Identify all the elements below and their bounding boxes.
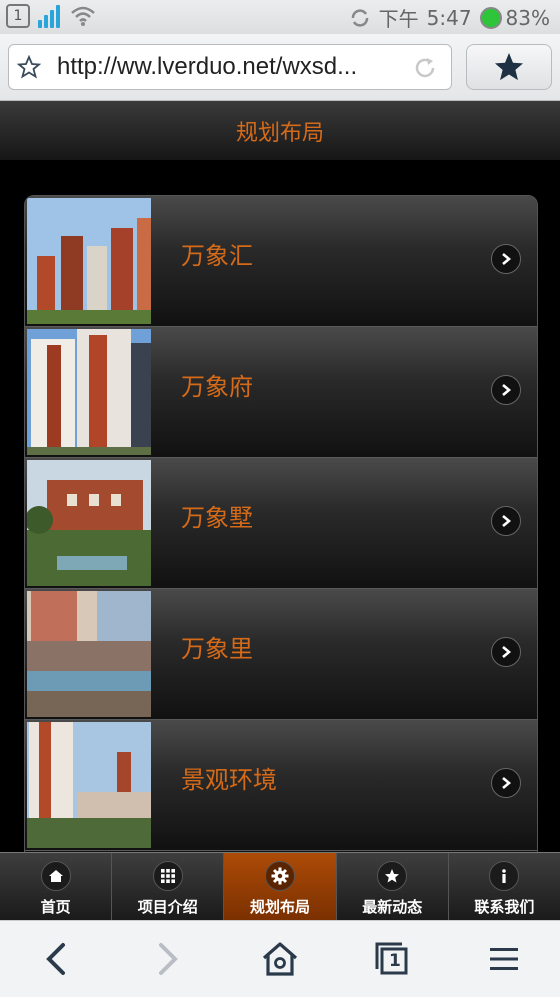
tab-project-intro[interactable]: 项目介绍 xyxy=(112,853,225,921)
list-item-jingguanhuanjing[interactable]: 景观环境 xyxy=(25,720,537,851)
building-thumbnail xyxy=(27,722,151,848)
chevron-right-icon[interactable] xyxy=(491,637,521,667)
forward-button[interactable] xyxy=(112,921,224,997)
tab-home[interactable]: 首页 xyxy=(0,853,113,921)
building-thumbnail xyxy=(27,591,151,717)
browser-nav-bar: 1 xyxy=(0,920,560,997)
building-thumbnail xyxy=(27,329,151,455)
sim-icon: 1 xyxy=(6,4,30,28)
item-label: 景观环境 xyxy=(181,766,277,794)
project-list: 万象汇 万象府 万象墅 万象里 景观环境 xyxy=(24,195,538,857)
url-field[interactable]: http://ww.lverduo.net/wxsd... xyxy=(8,44,452,90)
page-title: 规划布局 xyxy=(235,120,324,146)
tab-label: 规划布局 xyxy=(250,898,311,916)
building-thumbnail xyxy=(27,198,151,324)
forward-arrow-icon xyxy=(159,943,178,975)
browser-address-bar: http://ww.lverduo.net/wxsd... xyxy=(0,34,560,101)
tab-label: 联系我们 xyxy=(474,898,535,916)
tabs-button[interactable]: 1 xyxy=(336,921,448,997)
tab-contact-us[interactable]: 联系我们 xyxy=(449,853,560,921)
item-label: 万象里 xyxy=(181,635,253,663)
wifi-icon xyxy=(71,6,95,26)
house-icon xyxy=(262,942,298,976)
signal-icon xyxy=(38,4,62,28)
clock: 5:47 xyxy=(426,5,472,30)
item-label: 万象汇 xyxy=(181,242,253,270)
chevron-right-icon[interactable] xyxy=(491,375,521,405)
menu-icon xyxy=(490,948,518,970)
gear-icon xyxy=(265,861,295,891)
time-prefix: 下午 xyxy=(378,7,419,31)
reload-icon[interactable] xyxy=(413,56,437,80)
menu-button[interactable] xyxy=(448,921,560,997)
back-button[interactable] xyxy=(0,921,112,997)
grid-icon xyxy=(152,861,183,891)
page-header: 规划布局 xyxy=(0,101,560,161)
chevron-right-icon[interactable] xyxy=(491,506,521,536)
chevron-right-icon[interactable] xyxy=(491,244,521,274)
bookmarks-button[interactable] xyxy=(466,44,552,90)
bookmark-star-icon xyxy=(495,53,523,81)
list-item-wanxiangfu[interactable]: 万象府 xyxy=(25,327,537,458)
tab-label: 首页 xyxy=(40,898,71,916)
tab-count: 1 xyxy=(389,951,401,971)
battery-level: 83% xyxy=(505,5,550,30)
bottom-tab-bar: 首页 项目介绍 规划布局 最新动态 联系我们 xyxy=(0,852,560,921)
sim-slot: 1 xyxy=(13,8,23,24)
item-label: 万象墅 xyxy=(181,504,253,532)
status-bar: 1 下午 5:47 83% xyxy=(0,0,560,34)
list-item-wanxianghui[interactable]: 万象汇 xyxy=(25,196,537,327)
home-icon xyxy=(40,861,71,891)
list-item-wanxiangshu[interactable]: 万象墅 xyxy=(25,458,537,589)
item-label: 万象府 xyxy=(181,373,253,401)
home-button[interactable] xyxy=(224,921,336,997)
sync-icon xyxy=(351,8,368,27)
star-icon xyxy=(377,861,408,891)
info-icon xyxy=(489,861,520,891)
tab-latest-news[interactable]: 最新动态 xyxy=(337,853,449,921)
battery-icon xyxy=(479,6,502,29)
chevron-right-icon[interactable] xyxy=(491,768,521,798)
url-text[interactable]: http://ww.lverduo.net/wxsd... xyxy=(57,53,357,81)
back-arrow-icon xyxy=(46,943,65,975)
tab-label: 项目介绍 xyxy=(137,898,198,916)
tab-label: 最新动态 xyxy=(362,898,423,916)
building-thumbnail xyxy=(27,460,151,586)
favorite-star-icon[interactable] xyxy=(17,55,41,79)
list-item-wanxiangli[interactable]: 万象里 xyxy=(25,589,537,720)
tab-planning-layout[interactable]: 规划布局 xyxy=(224,853,337,921)
